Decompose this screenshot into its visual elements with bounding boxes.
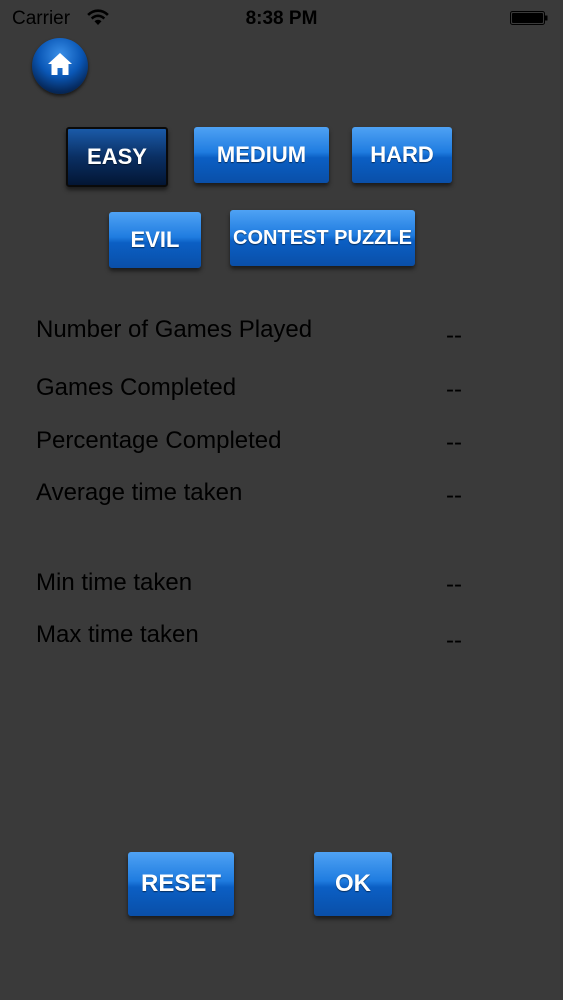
percentage-completed-label: Percentage Completed [36,427,282,454]
games-completed-value: -- [446,376,462,403]
games-completed-label: Games Completed [36,374,237,401]
status-bar: Carrier 8:38 PM [0,0,563,40]
hard-button[interactable]: HARD [352,127,452,183]
average-time-value: -- [446,482,462,509]
min-time-value: -- [446,571,462,598]
contest-puzzle-button[interactable]: CONTEST PUZZLE [230,210,415,266]
battery-icon [510,11,548,25]
percentage-completed-value: -- [446,429,462,456]
max-time-label: Max time taken [36,621,199,648]
max-time-value: -- [446,627,462,654]
ok-button[interactable]: OK [314,852,392,916]
status-time: 8:38 PM [245,8,318,29]
average-time-label: Average time taken [36,479,243,506]
games-played-value: -- [446,322,462,349]
easy-button[interactable]: EASY [66,127,168,187]
home-icon [48,53,72,75]
home-button[interactable] [32,38,88,94]
evil-button[interactable]: EVIL [109,212,201,268]
games-played-label: Number of Games Played [36,316,313,343]
min-time-label: Min time taken [36,569,193,596]
medium-button[interactable]: MEDIUM [194,127,329,183]
reset-button[interactable]: RESET [128,852,234,916]
